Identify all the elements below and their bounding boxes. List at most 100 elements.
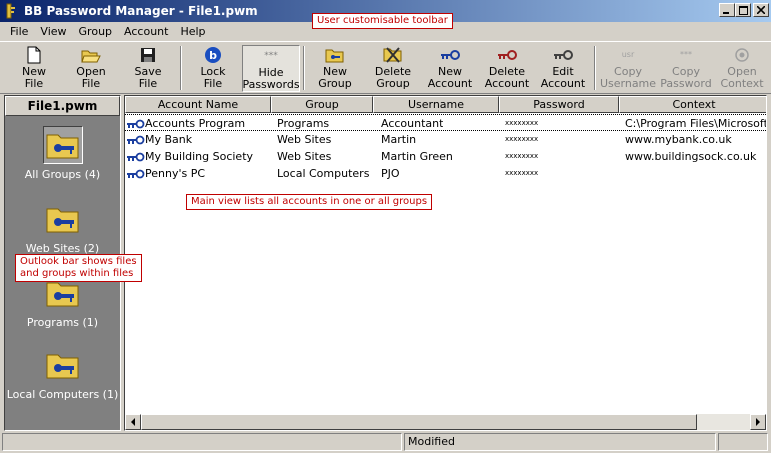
outlook-group-local-computers[interactable]: Local Computers (1) — [5, 346, 120, 401]
outlook-group-programs[interactable]: Programs (1) — [5, 274, 120, 329]
open-context-button[interactable]: Open Context — [718, 45, 766, 92]
outlook-callout-line-2: and groups within files — [20, 268, 134, 279]
column-username[interactable]: Username — [373, 96, 499, 113]
hide-passwords-button[interactable]: *** Hide Passwords — [242, 45, 300, 92]
save-file-label-2: File — [138, 77, 158, 90]
column-password[interactable]: Password — [499, 96, 619, 113]
cell-context: www.mybank.co.uk — [625, 133, 732, 146]
accounts-list-view: Account Name Group Username Password Con… — [124, 95, 767, 431]
close-button[interactable] — [753, 3, 769, 17]
account-name: Accounts Program — [145, 117, 246, 130]
outlook-group-web-sites[interactable]: Web Sites (2) — [5, 200, 120, 255]
toolbar-separator — [594, 46, 596, 90]
scroll-thumb[interactable] — [141, 414, 697, 430]
menu-help[interactable]: Help — [174, 25, 211, 38]
copy-username-icon: usr — [621, 50, 635, 59]
folder-key-icon — [46, 208, 78, 233]
table-row[interactable]: My Building Society Web Sites Martin Gre… — [125, 148, 766, 165]
scroll-left-button[interactable] — [125, 414, 141, 430]
minimize-icon — [723, 11, 729, 14]
open-file-icon — [81, 50, 101, 63]
cell-password: xxxxxxxx — [505, 135, 539, 143]
cell-username: Martin — [381, 133, 417, 146]
horizontal-scrollbar[interactable] — [125, 414, 766, 430]
edit-account-icon — [554, 50, 573, 60]
delete-group-icon — [383, 47, 402, 63]
arrow-left-icon — [131, 418, 135, 426]
column-account-name[interactable]: Account Name — [125, 96, 271, 113]
app-key-icon — [6, 3, 15, 19]
cell-account-name: My Building Society — [127, 150, 253, 163]
cell-account-name: Accounts Program — [127, 117, 245, 130]
toolbar-callout: User customisable toolbar — [312, 13, 453, 29]
delete-account-button[interactable]: Delete Account — [482, 45, 532, 92]
account-key-icon — [127, 119, 145, 129]
save-file-button[interactable]: Save File — [124, 45, 172, 92]
svg-text:b: b — [209, 49, 217, 62]
copy-password-label-2: Password — [660, 77, 712, 90]
outlook-callout-line-1: Outlook bar shows files — [20, 256, 137, 267]
copy-username-label-2: Username — [599, 77, 657, 90]
table-row[interactable]: Penny's PC Local Computers PJO xxxxxxxx — [125, 165, 766, 182]
cell-password: xxxxxxxx — [505, 169, 539, 177]
folder-key-icon — [46, 354, 78, 379]
lock-file-label-2: File — [203, 77, 223, 90]
outlook-bar-callout: Outlook bar shows files and groups withi… — [15, 254, 142, 282]
cell-context: C:\Program Files\Microsoft\M — [625, 117, 766, 130]
group-label: All Groups (4) — [24, 168, 101, 181]
scroll-track[interactable] — [141, 414, 750, 430]
menu-group[interactable]: Group — [73, 25, 119, 38]
delete-account-label-2: Account — [484, 77, 530, 90]
new-file-icon — [27, 46, 41, 64]
lock-file-button[interactable]: b Lock File — [188, 45, 238, 92]
arrow-right-icon — [756, 418, 760, 426]
group-label: Programs (1) — [26, 316, 99, 329]
cell-password: xxxxxxxx — [505, 119, 539, 127]
status-panel-right — [718, 433, 768, 451]
toolbar-separator — [303, 46, 305, 90]
new-group-label-2: Group — [318, 77, 352, 90]
new-account-button[interactable]: New Account — [424, 45, 476, 92]
save-file-icon — [141, 48, 155, 62]
account-key-icon — [127, 135, 145, 145]
cell-group: Programs — [277, 117, 330, 130]
copy-password-button[interactable]: *** Copy Password — [658, 45, 714, 92]
account-key-icon — [127, 169, 145, 179]
status-panel-empty — [2, 433, 402, 451]
copy-username-button[interactable]: usr Copy Username — [600, 45, 656, 92]
account-name: My Bank — [145, 133, 193, 146]
column-context[interactable]: Context — [619, 96, 766, 113]
hide-passwords-icon: *** — [264, 51, 278, 61]
new-file-button[interactable]: New File — [10, 45, 58, 92]
maximize-icon — [738, 5, 748, 15]
status-bar: Modified — [0, 431, 771, 453]
new-group-button[interactable]: New Group — [310, 45, 360, 92]
main-view-callout: Main view lists all accounts in one or a… — [186, 194, 433, 210]
folder-key-icon — [46, 134, 78, 159]
menu-view[interactable]: View — [34, 25, 72, 38]
delete-group-button[interactable]: Delete Group — [368, 45, 418, 92]
cell-account-name: Penny's PC — [127, 167, 205, 180]
outlook-file-header[interactable]: File1.pwm — [5, 96, 120, 116]
folder-key-icon — [46, 282, 78, 307]
minimize-button[interactable] — [719, 3, 735, 17]
edit-account-button[interactable]: Edit Account — [538, 45, 588, 92]
window-title: BB Password Manager - File1.pwm — [24, 4, 258, 18]
open-file-button[interactable]: Open File — [66, 45, 116, 92]
new-account-label-2: Account — [427, 77, 473, 90]
menu-file[interactable]: File — [4, 25, 34, 38]
copy-password-icon: *** — [680, 50, 692, 59]
delete-group-label-2: Group — [376, 77, 410, 90]
new-group-icon — [325, 49, 344, 63]
table-row[interactable]: My Bank Web Sites Martin xxxxxxxx www.my… — [125, 131, 766, 148]
maximize-button[interactable] — [735, 3, 751, 17]
group-label: Local Computers (1) — [6, 388, 119, 401]
column-group[interactable]: Group — [271, 96, 373, 113]
edit-account-label-2: Account — [540, 77, 586, 90]
outlook-group-all[interactable]: All Groups (4) — [5, 126, 120, 181]
account-name: My Building Society — [145, 150, 254, 163]
menu-account[interactable]: Account — [118, 25, 174, 38]
open-context-icon — [735, 48, 749, 62]
table-row[interactable]: Accounts Program Programs Accountant xxx… — [125, 114, 766, 131]
scroll-right-button[interactable] — [750, 414, 766, 430]
